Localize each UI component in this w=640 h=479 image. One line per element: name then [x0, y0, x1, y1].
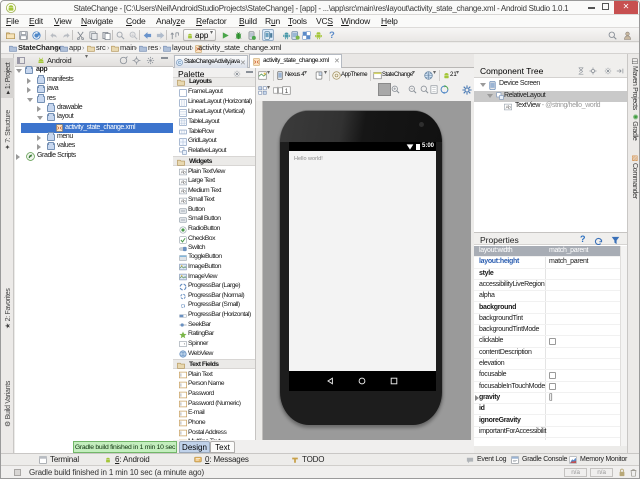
- svg-text:1: 1: [285, 88, 289, 95]
- svg-text:Ab: Ab: [506, 104, 512, 109]
